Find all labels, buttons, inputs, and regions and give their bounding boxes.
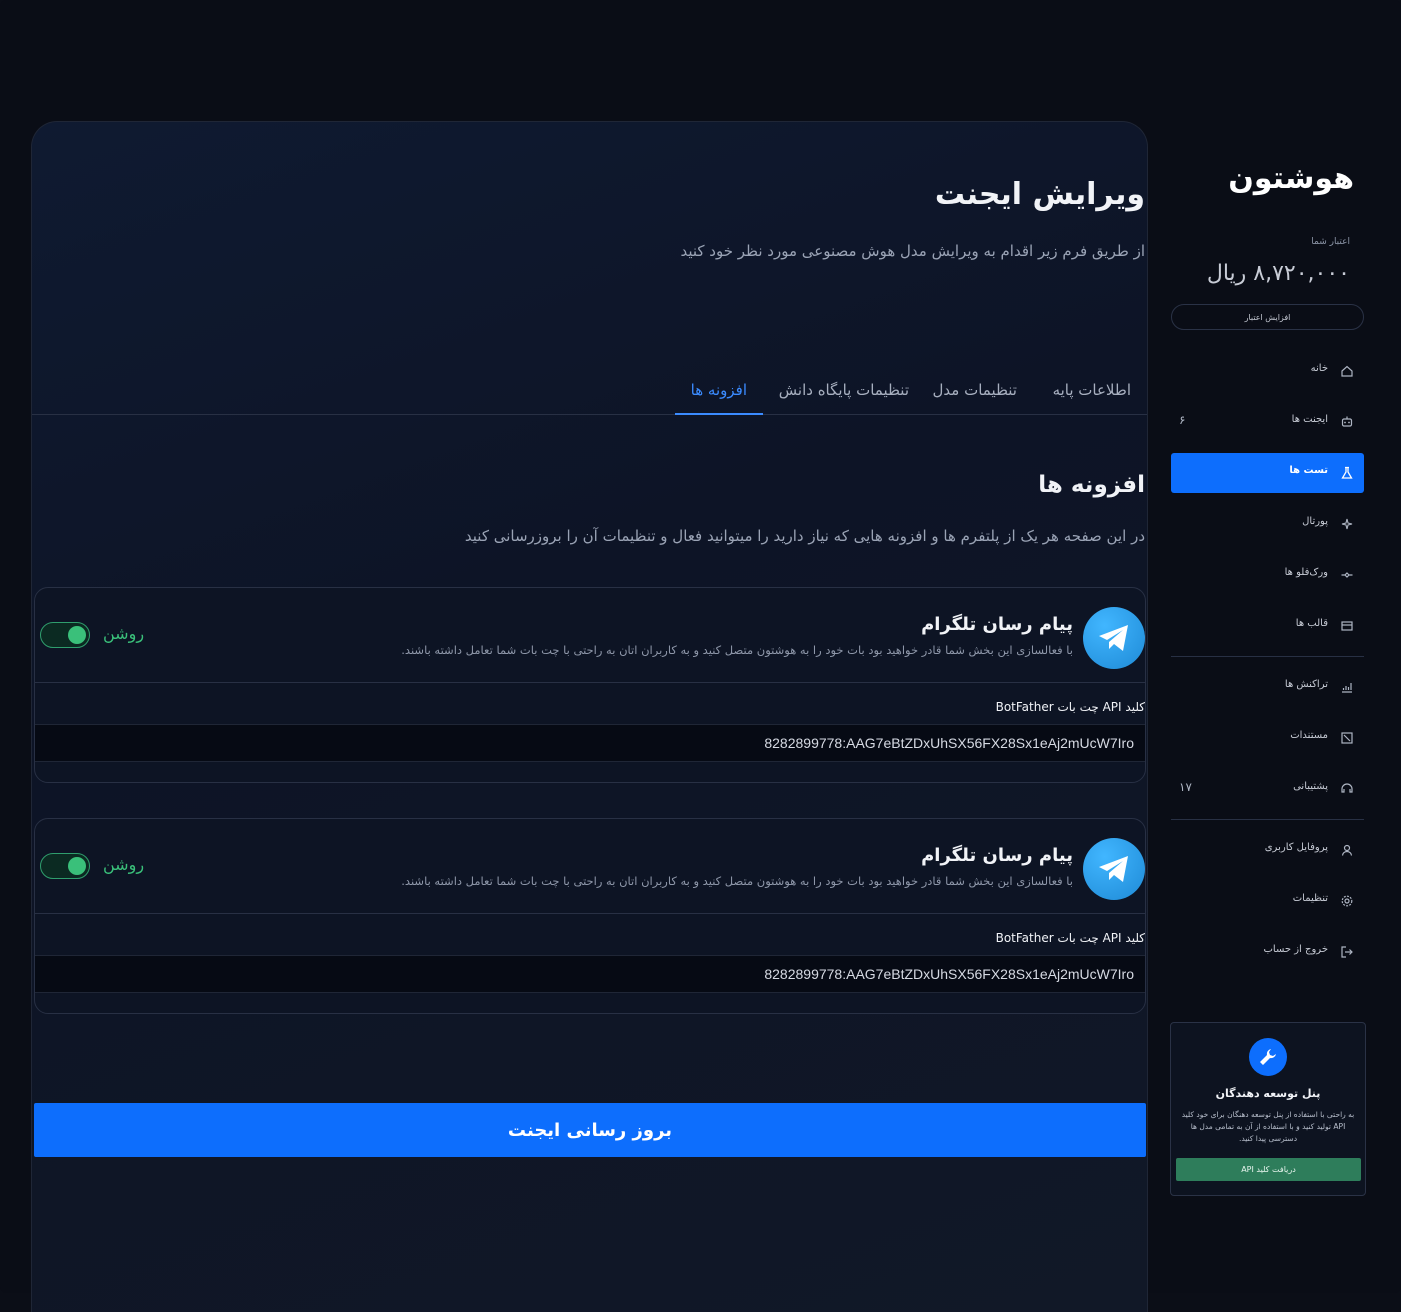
plugin-description: با فعالسازی این بخش شما قادر خواهید بود … [401,643,1073,657]
user-icon [1341,844,1353,856]
sidebar-item-count: ۱۷ [1179,780,1192,794]
tab-plugins[interactable]: افزونه ها [674,362,763,415]
plugin-toggle[interactable] [40,853,90,879]
sparkle-icon [1341,518,1353,530]
toggle-label: روشن [103,624,145,643]
update-agent-button[interactable]: بروز رسانی ایجنت [34,1103,1146,1157]
sidebar-divider [1171,819,1364,820]
sidebar-item-label: خانه [1310,363,1328,374]
sidebar-item-settings[interactable]: تنظیمات [1171,881,1364,921]
sidebar-item-workflows[interactable]: ورک‌فلو ها [1171,555,1364,595]
sidebar-item-docs[interactable]: مستندات [1171,718,1364,758]
api-key-label: کلید API چت بات BotFather [995,931,1145,945]
page-subtitle: از طریق فرم زیر اقدام به ویرایش مدل هوش … [680,242,1145,260]
template-icon [1341,621,1353,631]
page-title: ویرایش ایجنت [934,177,1145,212]
sidebar-item-label: تنظیمات [1292,893,1328,904]
support-icon [1341,783,1353,793]
tab-model-settings[interactable]: تنظیمات مدل [917,362,1033,413]
add-credit-button[interactable]: افزایش اعتبار [1171,304,1364,330]
api-key-label: کلید API چت بات BotFather [995,700,1145,714]
sidebar-item-label: پروفایل کاربری [1264,842,1328,853]
logout-icon [1341,946,1353,958]
logo: هوشتون [1228,161,1354,196]
plugin-description: با فعالسازی این بخش شما قادر خواهید بود … [401,874,1073,888]
home-icon [1341,365,1353,377]
sidebar-item-label: پورتال [1302,516,1328,527]
sidebar-item-transactions[interactable]: تراکنش ها [1171,667,1364,707]
sidebar-item-agents[interactable]: ایجنت ها ۶ [1171,402,1364,442]
plugin-title: پیام رسان تلگرام [921,614,1073,635]
sidebar-item-label: مستندات [1290,730,1328,741]
developer-panel-title: پنل توسعه دهندگان [1215,1087,1321,1100]
developer-panel-card: پنل توسعه دهندگان به راحتی با استفاده از… [1170,1022,1366,1196]
main-panel: ویرایش ایجنت از طریق فرم زیر اقدام به وی… [31,121,1148,1312]
workflow-icon [1341,572,1353,578]
plugin-title: پیام رسان تلگرام [921,845,1073,866]
sidebar: هوشتون اعتبار شما ۸,۷۲۰,۰۰۰ ریال افزایش … [1160,121,1390,1201]
sidebar-item-label: تست ها [1289,465,1328,476]
sidebar-item-label: قالب ها [1295,618,1328,629]
toggle-knob [68,626,86,644]
plugin-card-header: پیام رسان تلگرام با فعالسازی این بخش شما… [35,819,1145,914]
sidebar-item-portal[interactable]: پورتال [1171,504,1364,544]
tab-bar: اطلاعات پایه تنظیمات مدل تنظیمات پایگاه … [32,362,1147,415]
sidebar-item-logout[interactable]: خروج از حساب [1171,932,1364,972]
section-subtitle: در این صفحه هر یک از پلتفرم ها و افزونه … [464,527,1145,545]
sidebar-item-tests[interactable]: تست ها [1171,453,1364,493]
developer-panel-text: به راحتی با استفاده از پنل توسعه دهنگان … [1181,1110,1355,1143]
sidebar-item-templates[interactable]: قالب ها [1171,606,1364,646]
sidebar-item-count: ۶ [1179,413,1186,427]
credit-value: ۸,۷۲۰,۰۰۰ ریال [1206,261,1350,286]
sidebar-item-label: تراکنش ها [1284,679,1328,690]
api-key-input[interactable] [35,724,1145,762]
sidebar-item-label: پشتیبانی [1293,781,1328,792]
get-api-key-button[interactable]: دریافت کلید API [1176,1158,1361,1181]
sidebar-item-profile[interactable]: پروفایل کاربری [1171,830,1364,870]
robot-icon [1341,416,1353,427]
chart-icon [1342,683,1352,693]
plugin-card: پیام رسان تلگرام با فعالسازی این بخش شما… [34,818,1146,1014]
plugin-card: پیام رسان تلگرام با فعالسازی این بخش شما… [34,587,1146,783]
sidebar-item-home[interactable]: خانه [1171,351,1364,391]
api-key-input[interactable] [35,955,1145,993]
plugin-toggle[interactable] [40,622,90,648]
toggle-knob [68,857,86,875]
sidebar-item-support[interactable]: پشتیبانی ۱۷ [1171,769,1364,809]
flask-icon [1341,466,1353,479]
toggle-label: روشن [103,855,145,874]
sidebar-item-label: خروج از حساب [1263,944,1328,955]
telegram-icon [1083,607,1145,669]
telegram-icon [1083,838,1145,900]
docs-icon [1341,732,1353,744]
tab-basic-info[interactable]: اطلاعات پایه [1037,362,1147,413]
app-window: ویرایش ایجنت از طریق فرم زیر اقدام به وی… [0,0,1401,1312]
sidebar-item-label: ایجنت ها [1291,414,1328,425]
gear-icon [1341,895,1353,907]
tab-knowledge-settings[interactable]: تنظیمات پایگاه دانش [763,362,925,413]
wrench-icon [1249,1038,1287,1076]
sidebar-divider [1171,656,1364,657]
section-title: افزونه ها [1038,472,1145,498]
sidebar-item-label: ورک‌فلو ها [1284,567,1328,578]
plugin-card-header: پیام رسان تلگرام با فعالسازی این بخش شما… [35,588,1145,683]
credit-label: اعتبار شما [1311,237,1350,247]
